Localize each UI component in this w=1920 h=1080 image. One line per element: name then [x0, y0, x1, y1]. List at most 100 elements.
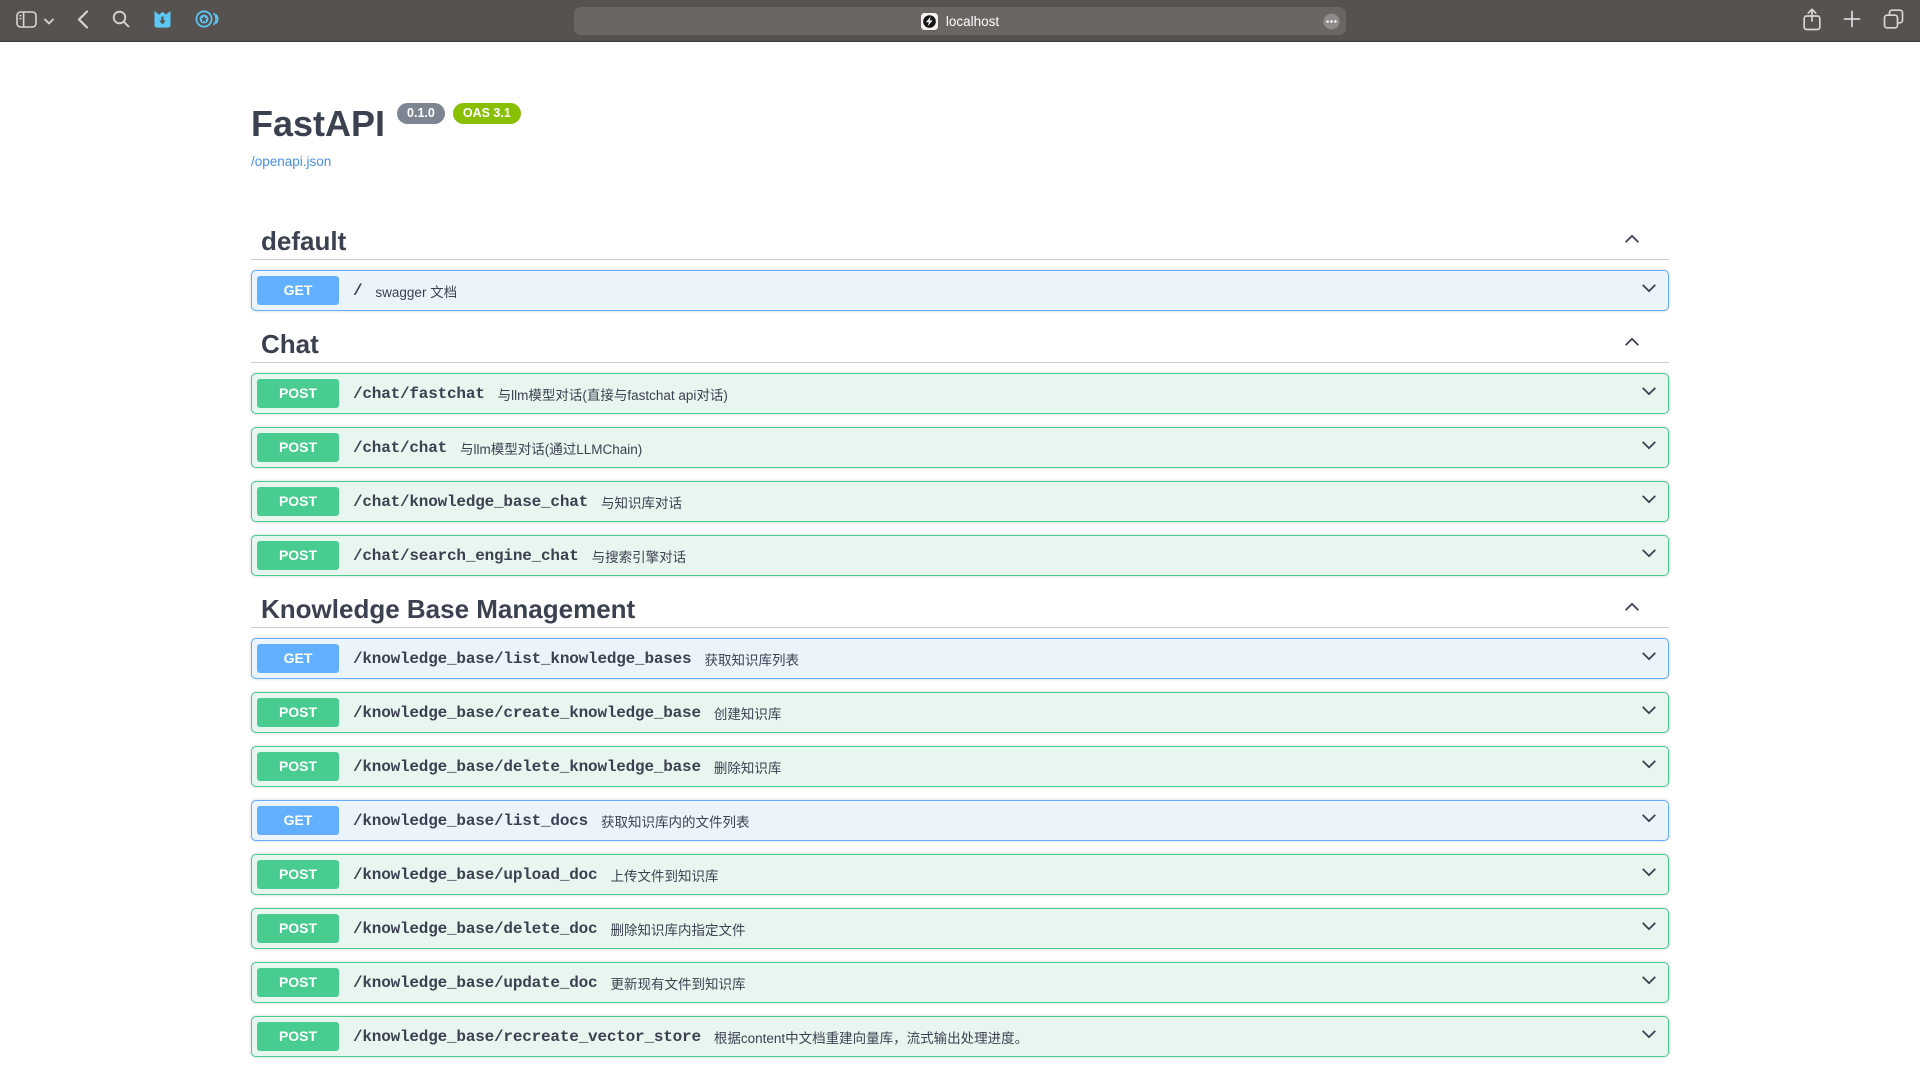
tab-overview-icon	[1883, 9, 1904, 32]
page-title: FastAPI	[251, 102, 385, 145]
api-section: Knowledge Base Management GET /knowledge…	[251, 594, 1669, 1057]
sidebar-icon	[16, 11, 37, 31]
endpoint-row[interactable]: POST /knowledge_base/delete_doc 删除知识库内指定…	[251, 908, 1669, 949]
expand-endpoint-icon[interactable]	[1640, 971, 1658, 994]
endpoint-path: /chat/fastchat	[353, 385, 485, 403]
method-badge: GET	[257, 806, 339, 835]
endpoint-row[interactable]: POST /knowledge_base/create_knowledge_ba…	[251, 692, 1669, 733]
share-icon	[1803, 8, 1821, 34]
expand-endpoint-icon[interactable]	[1640, 382, 1658, 405]
method-badge: POST	[257, 752, 339, 781]
endpoint-row[interactable]: POST /knowledge_base/recreate_vector_sto…	[251, 1016, 1669, 1057]
expand-endpoint-icon[interactable]	[1640, 1025, 1658, 1048]
endpoint-description: swagger 文档	[375, 281, 457, 301]
endpoint-description: 上传文件到知识库	[610, 865, 718, 885]
endpoint-row[interactable]: GET /knowledge_base/list_docs 获取知识库内的文件列…	[251, 800, 1669, 841]
version-badge: 0.1.0	[397, 103, 445, 124]
expand-endpoint-icon[interactable]	[1640, 863, 1658, 886]
endpoint-row[interactable]: GET / swagger 文档	[251, 270, 1669, 311]
endpoint-description: 创建知识库	[714, 703, 782, 723]
endpoint-description: 与搜索引擎对话	[592, 546, 687, 566]
chevron-down-icon	[44, 13, 54, 28]
site-favicon-icon	[921, 13, 938, 30]
swagger-page: FastAPI 0.1.0 OAS 3.1 /openapi.json defa…	[0, 42, 1920, 1079]
new-tab-button[interactable]	[1843, 10, 1861, 31]
endpoint-path: /knowledge_base/delete_doc	[353, 920, 597, 938]
method-badge: POST	[257, 698, 339, 727]
endpoint-path: /chat/search_engine_chat	[353, 547, 579, 565]
expand-endpoint-icon[interactable]	[1640, 279, 1658, 302]
endpoint-path: /knowledge_base/delete_knowledge_base	[353, 758, 701, 776]
plus-icon	[1843, 10, 1861, 31]
search-button[interactable]	[112, 10, 130, 31]
expand-endpoint-icon[interactable]	[1640, 809, 1658, 832]
radar-extension-button[interactable]	[195, 9, 219, 32]
endpoint-path: /chat/knowledge_base_chat	[353, 493, 588, 511]
collapse-section-icon[interactable]	[1623, 230, 1641, 253]
download-extension-button[interactable]	[153, 9, 172, 32]
method-badge: GET	[257, 276, 339, 305]
sidebar-menu-button[interactable]	[44, 13, 54, 28]
browser-toolbar: localhost	[0, 0, 1920, 42]
expand-endpoint-icon[interactable]	[1640, 755, 1658, 778]
section-header[interactable]: Knowledge Base Management	[251, 594, 1669, 628]
endpoint-path: /chat/chat	[353, 439, 447, 457]
endpoint-description: 与知识库对话	[601, 492, 682, 512]
section-title: Chat	[261, 329, 319, 360]
section-header[interactable]: Chat	[251, 329, 1669, 363]
address-url: localhost	[946, 14, 999, 29]
expand-endpoint-icon[interactable]	[1640, 436, 1658, 459]
api-sections: default GET / swagger 文档 Chat POST /chat…	[251, 226, 1669, 1057]
api-section: default GET / swagger 文档	[251, 226, 1669, 311]
endpoint-path: /knowledge_base/list_docs	[353, 812, 588, 830]
endpoint-row[interactable]: POST /chat/chat 与llm模型对话(通过LLMChain)	[251, 427, 1669, 468]
endpoint-row[interactable]: POST /knowledge_base/delete_knowledge_ba…	[251, 746, 1669, 787]
endpoint-description: 与llm模型对话(通过LLMChain)	[460, 438, 642, 458]
expand-endpoint-icon[interactable]	[1640, 490, 1658, 513]
back-button[interactable]	[77, 10, 89, 32]
endpoint-row[interactable]: POST /chat/knowledge_base_chat 与知识库对话	[251, 481, 1669, 522]
method-badge: POST	[257, 433, 339, 462]
endpoint-path: /knowledge_base/update_doc	[353, 974, 597, 992]
method-badge: POST	[257, 379, 339, 408]
oas-badge: OAS 3.1	[453, 103, 521, 124]
endpoint-description: 删除知识库内指定文件	[610, 919, 745, 939]
share-button[interactable]	[1803, 8, 1821, 34]
sidebar-toggle-button[interactable]	[16, 11, 37, 31]
method-badge: POST	[257, 541, 339, 570]
endpoint-row[interactable]: POST /knowledge_base/upload_doc 上传文件到知识库	[251, 854, 1669, 895]
method-badge: POST	[257, 860, 339, 889]
endpoint-row[interactable]: POST /chat/search_engine_chat 与搜索引擎对话	[251, 535, 1669, 576]
expand-endpoint-icon[interactable]	[1640, 544, 1658, 567]
method-badge: POST	[257, 914, 339, 943]
page-options-button[interactable]	[1323, 13, 1340, 33]
radar-star-extension-icon	[195, 9, 219, 32]
api-title-row: FastAPI 0.1.0 OAS 3.1	[251, 102, 1669, 145]
api-section: Chat POST /chat/fastchat 与llm模型对话(直接与fas…	[251, 329, 1669, 576]
endpoint-row[interactable]: GET /knowledge_base/list_knowledge_bases…	[251, 638, 1669, 679]
endpoint-path: /knowledge_base/list_knowledge_bases	[353, 650, 691, 668]
section-header[interactable]: default	[251, 226, 1669, 260]
collapse-section-icon[interactable]	[1623, 333, 1641, 356]
collapse-section-icon[interactable]	[1623, 598, 1641, 621]
address-bar[interactable]: localhost	[574, 7, 1346, 35]
endpoint-row[interactable]: POST /knowledge_base/update_doc 更新现有文件到知…	[251, 962, 1669, 1003]
expand-endpoint-icon[interactable]	[1640, 917, 1658, 940]
section-title: default	[261, 226, 346, 257]
expand-endpoint-icon[interactable]	[1640, 701, 1658, 724]
endpoint-description: 更新现有文件到知识库	[610, 973, 745, 993]
expand-endpoint-icon[interactable]	[1640, 647, 1658, 670]
tab-overview-button[interactable]	[1883, 9, 1904, 32]
endpoint-path: /knowledge_base/upload_doc	[353, 866, 597, 884]
method-badge: GET	[257, 644, 339, 673]
download-extension-icon	[153, 9, 172, 32]
endpoint-description: 根据content中文档重建向量库，流式输出处理进度。	[714, 1027, 1028, 1047]
chevron-left-icon	[77, 10, 89, 32]
openapi-spec-link[interactable]: /openapi.json	[251, 154, 331, 169]
endpoint-description: 删除知识库	[714, 757, 782, 777]
endpoint-path: /	[353, 282, 362, 300]
endpoint-description: 与llm模型对话(直接与fastchat api对话)	[498, 384, 728, 404]
endpoint-path: /knowledge_base/recreate_vector_store	[353, 1028, 701, 1046]
endpoint-row[interactable]: POST /chat/fastchat 与llm模型对话(直接与fastchat…	[251, 373, 1669, 414]
section-title: Knowledge Base Management	[261, 594, 635, 625]
